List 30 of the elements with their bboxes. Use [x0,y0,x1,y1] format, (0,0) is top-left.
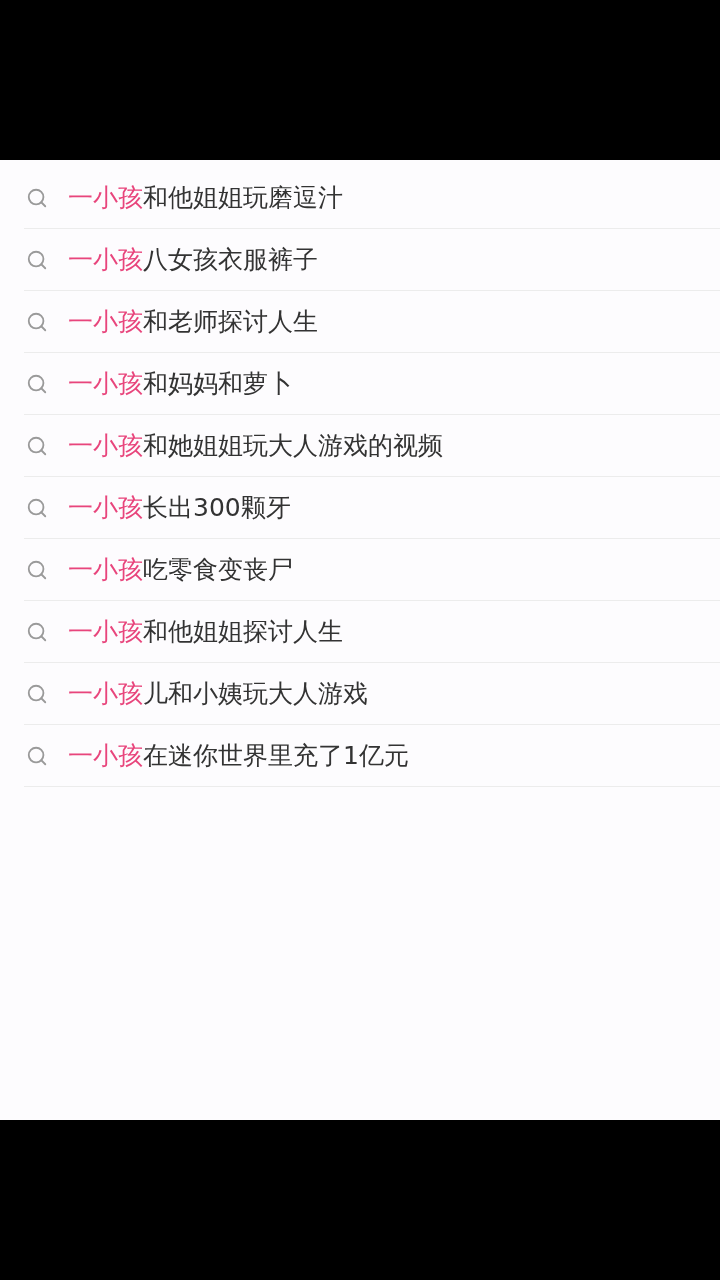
suggestion-item[interactable]: 一小孩在迷你世界里充了1亿元 [24,725,720,787]
search-icon [26,372,48,395]
search-icon [26,434,48,457]
suggestion-text: 一小孩儿和小姨玩大人游戏 [68,678,368,709]
suggestion-item[interactable]: 一小孩和她姐姐玩大人游戏的视频 [24,415,720,477]
suggestion-item[interactable]: 一小孩儿和小姨玩大人游戏 [24,663,720,725]
search-icon [26,620,48,643]
suggestion-text: 一小孩和她姐姐玩大人游戏的视频 [68,430,443,461]
suggestion-item[interactable]: 一小孩八女孩衣服裤子 [24,229,720,291]
suggestion-text: 一小孩和他姐姐探讨人生 [68,616,343,647]
suggestion-item[interactable]: 一小孩和他姐姐探讨人生 [24,601,720,663]
suggestion-text: 一小孩在迷你世界里充了1亿元 [68,740,409,771]
search-icon [26,744,48,767]
suggestion-item[interactable]: 一小孩吃零食变丧尸 [24,539,720,601]
search-icon [26,186,48,209]
suggestion-text: 一小孩八女孩衣服裤子 [68,244,318,275]
search-icon [26,558,48,581]
suggestion-item[interactable]: 一小孩长出300颗牙 [24,477,720,539]
search-icon [26,248,48,271]
search-icon [26,682,48,705]
suggestion-text: 一小孩和妈妈和萝卜 [68,368,293,399]
suggestion-text: 一小孩和老师探讨人生 [68,306,318,337]
search-icon [26,496,48,519]
suggestion-item[interactable]: 一小孩和妈妈和萝卜 [24,353,720,415]
suggestion-text: 一小孩长出300颗牙 [68,492,291,523]
suggestion-text: 一小孩和他姐姐玩磨逗汁 [68,182,343,213]
suggestion-item[interactable]: 一小孩和老师探讨人生 [24,291,720,353]
suggestion-text: 一小孩吃零食变丧尸 [68,554,293,585]
suggestion-item[interactable]: 一小孩和他姐姐玩磨逗汁 [24,167,720,229]
search-icon [26,310,48,333]
